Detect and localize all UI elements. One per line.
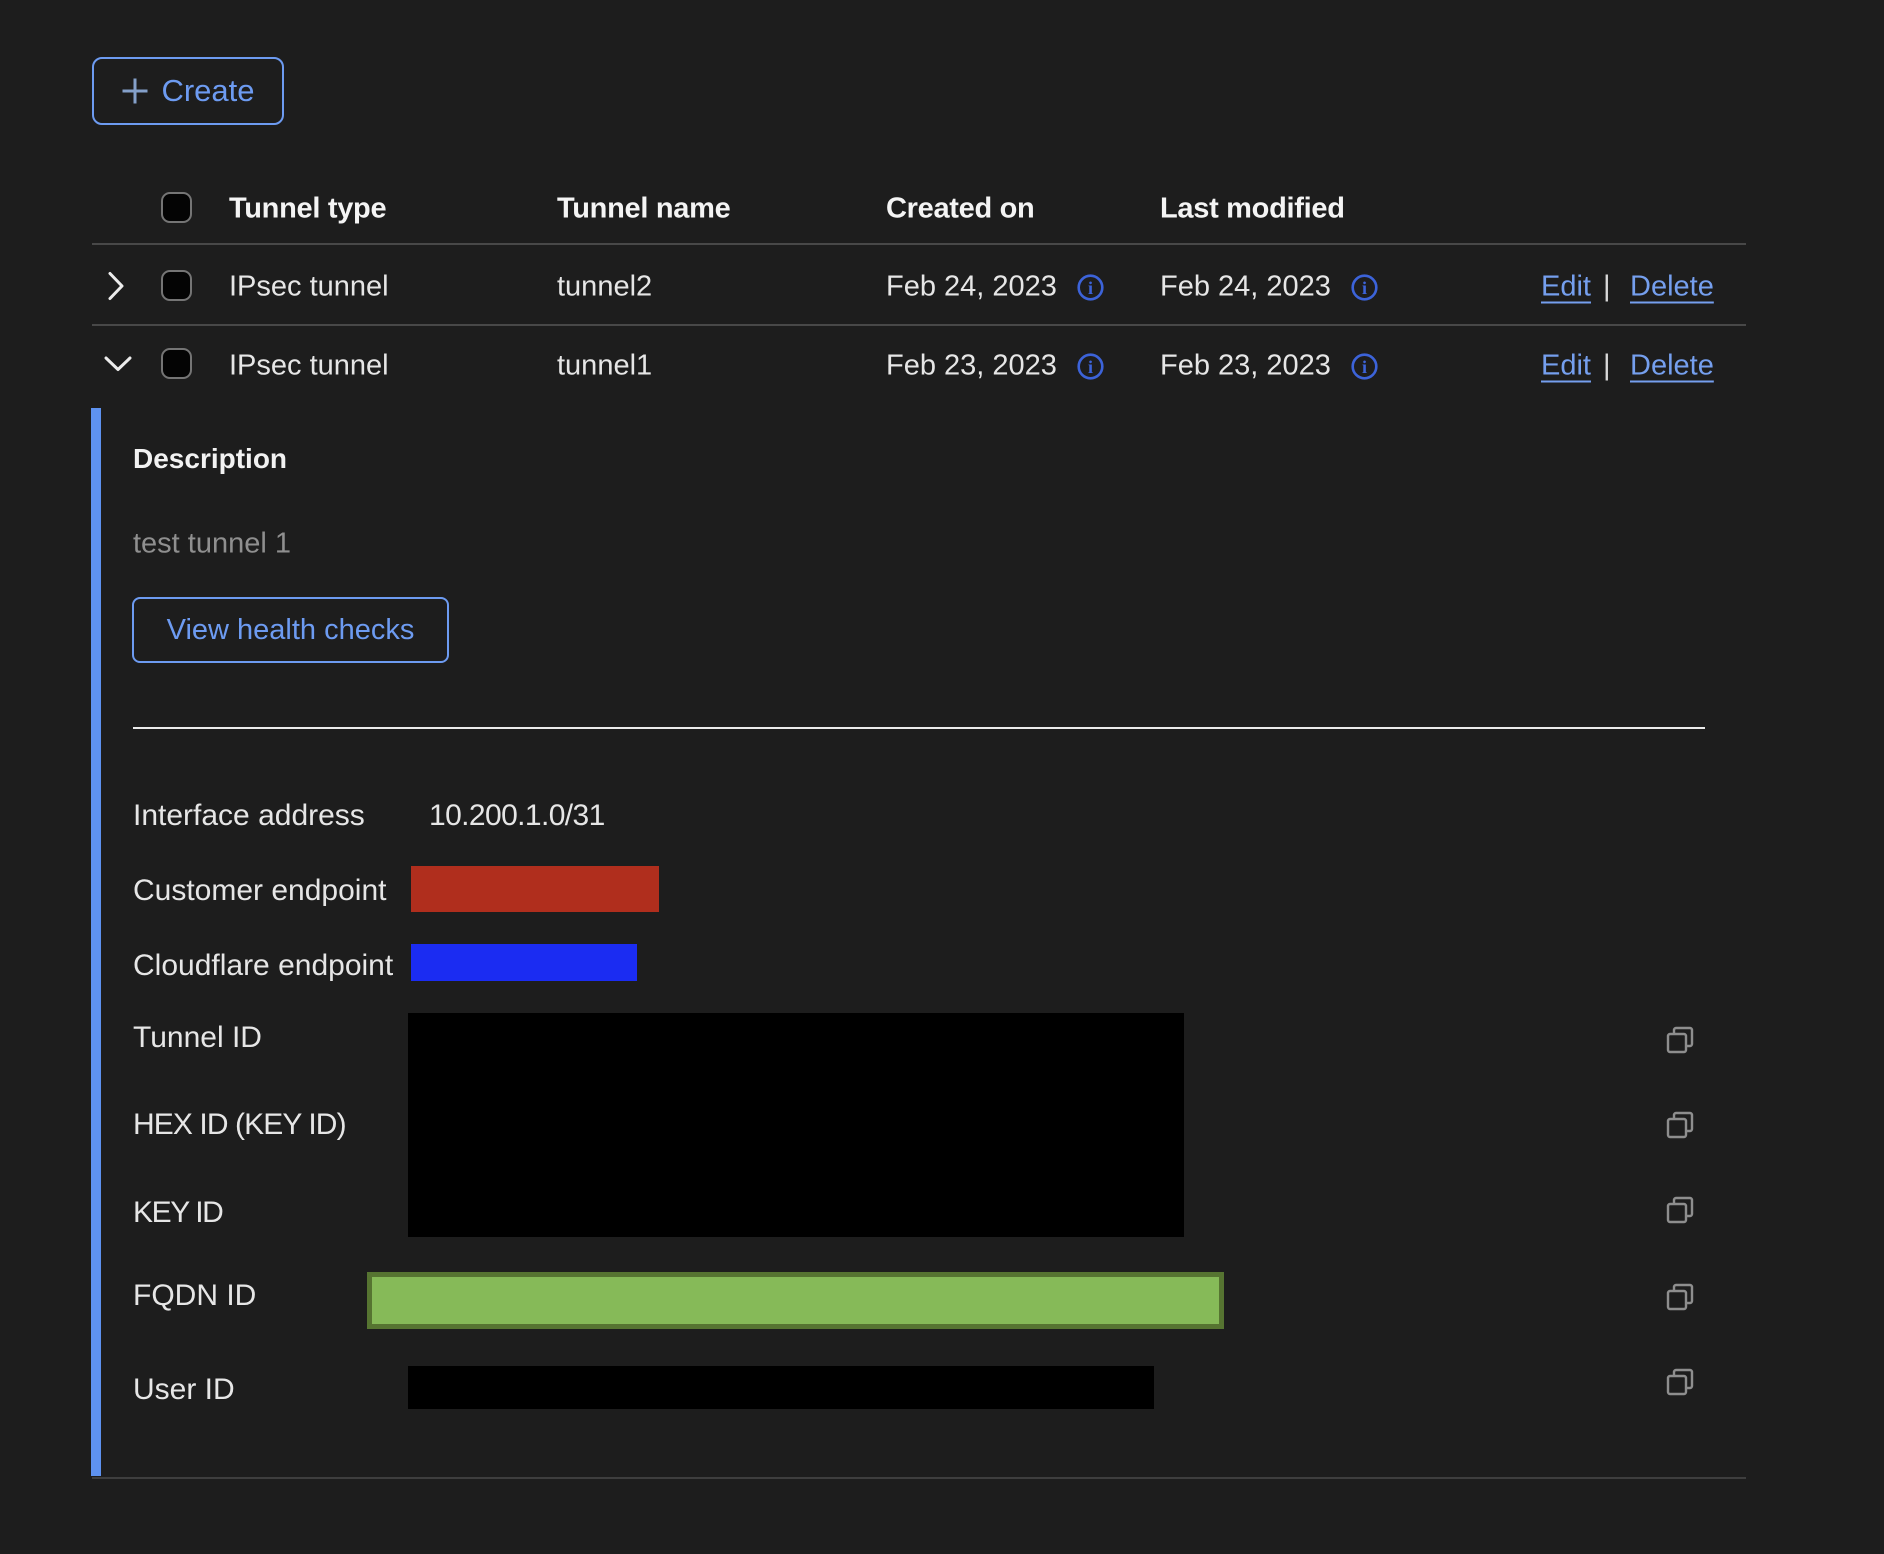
svg-text:i: i [1088,357,1093,377]
svg-text:i: i [1362,357,1367,377]
svg-text:i: i [1088,278,1093,298]
svg-text:i: i [1362,278,1367,298]
